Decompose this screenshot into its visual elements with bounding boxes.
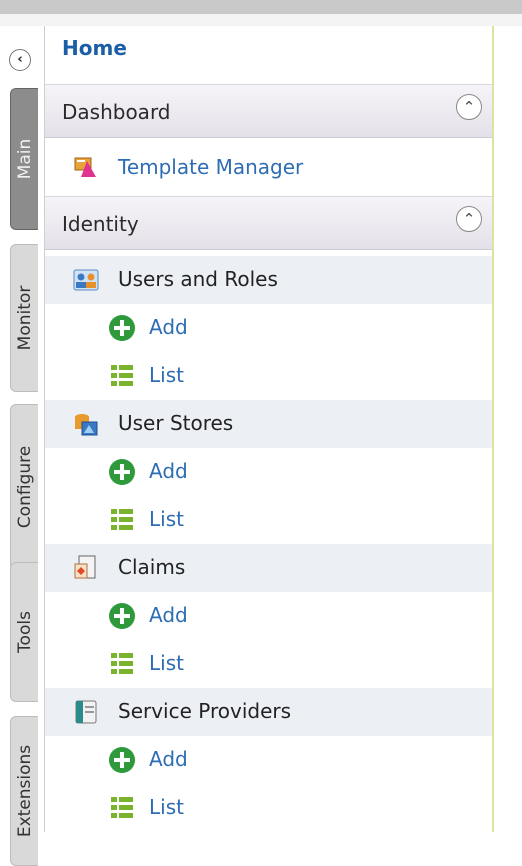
menu-item-list-label: List xyxy=(149,507,184,531)
menu-item-add[interactable]: Add xyxy=(45,304,493,352)
tab-main[interactable]: Main xyxy=(10,88,38,230)
menu-group-label: User Stores xyxy=(118,411,234,435)
menu-group-users-and-roles[interactable]: Users and Roles xyxy=(45,256,493,304)
tab-monitor[interactable]: Monitor xyxy=(10,244,38,392)
tab-monitor-label: Monitor xyxy=(14,285,35,351)
tab-tools-label: Tools xyxy=(14,611,35,653)
add-icon xyxy=(109,747,135,773)
menu-item-list-label: List xyxy=(149,795,184,819)
section-dashboard[interactable]: Dashboard ⌃ xyxy=(45,84,493,138)
tab-main-label: Main xyxy=(14,138,35,180)
section-identity-label: Identity xyxy=(62,212,139,236)
claims-icon xyxy=(74,555,96,579)
menu-item-add-label: Add xyxy=(149,603,188,627)
tab-configure[interactable]: Configure xyxy=(10,404,38,570)
home-link[interactable]: Home xyxy=(62,36,127,60)
users-roles-icon xyxy=(73,269,99,291)
menu-group-label: Service Providers xyxy=(118,699,292,723)
service-providers-icon xyxy=(75,700,97,724)
section-identity[interactable]: Identity ⌃ xyxy=(45,196,493,250)
menu-panel: Home Dashboard ⌃ Template Manager Identi… xyxy=(44,26,493,832)
menu-item-add-label: Add xyxy=(149,459,188,483)
menu-item-list[interactable]: List xyxy=(45,496,493,544)
menu-item-template-manager-label: Template Manager xyxy=(118,155,304,179)
collapse-menu-button[interactable]: ‹ xyxy=(9,49,31,71)
tab-extensions-label: Extensions xyxy=(14,744,35,838)
chevron-left-icon: ‹ xyxy=(17,52,23,67)
list-icon xyxy=(111,509,133,530)
tab-configure-label: Configure xyxy=(14,445,35,529)
menu-item-add-label: Add xyxy=(149,747,188,771)
home-row[interactable]: Home xyxy=(45,26,493,80)
top-bar xyxy=(0,0,522,14)
user-stores-icon xyxy=(75,414,98,436)
menu-group-claims[interactable]: Claims xyxy=(45,544,493,592)
menu-item-add[interactable]: Add xyxy=(45,448,493,496)
menu-item-add[interactable]: Add xyxy=(45,736,493,784)
menu-item-list[interactable]: List xyxy=(45,640,493,688)
menu-group-label: Users and Roles xyxy=(118,267,278,291)
add-icon xyxy=(109,603,135,629)
top-bar-strip xyxy=(0,14,522,26)
list-icon xyxy=(111,797,133,818)
menu-group-user-stores[interactable]: User Stores xyxy=(45,400,493,448)
menu-item-list-label: List xyxy=(149,363,184,387)
add-icon xyxy=(109,459,135,485)
menu-item-add-label: Add xyxy=(149,315,188,339)
menu-item-add[interactable]: Add xyxy=(45,592,493,640)
chevron-up-icon[interactable]: ⌃ xyxy=(456,94,482,120)
chevron-up-icon[interactable]: ⌃ xyxy=(456,206,482,232)
menu-item-list[interactable]: List xyxy=(45,784,493,832)
content-area xyxy=(492,26,522,832)
section-dashboard-label: Dashboard xyxy=(62,100,171,124)
tab-tools[interactable]: Tools xyxy=(10,562,38,702)
menu-group-label: Claims xyxy=(118,555,186,579)
list-icon xyxy=(111,365,133,386)
template-icon xyxy=(74,157,96,177)
menu-item-list-label: List xyxy=(149,651,184,675)
list-icon xyxy=(111,653,133,674)
menu-group-service-providers[interactable]: Service Providers xyxy=(45,688,493,736)
menu-item-list[interactable]: List xyxy=(45,352,493,400)
add-icon xyxy=(109,315,135,341)
tab-extensions[interactable]: Extensions xyxy=(10,716,38,866)
menu-item-template-manager[interactable]: Template Manager xyxy=(45,144,493,192)
